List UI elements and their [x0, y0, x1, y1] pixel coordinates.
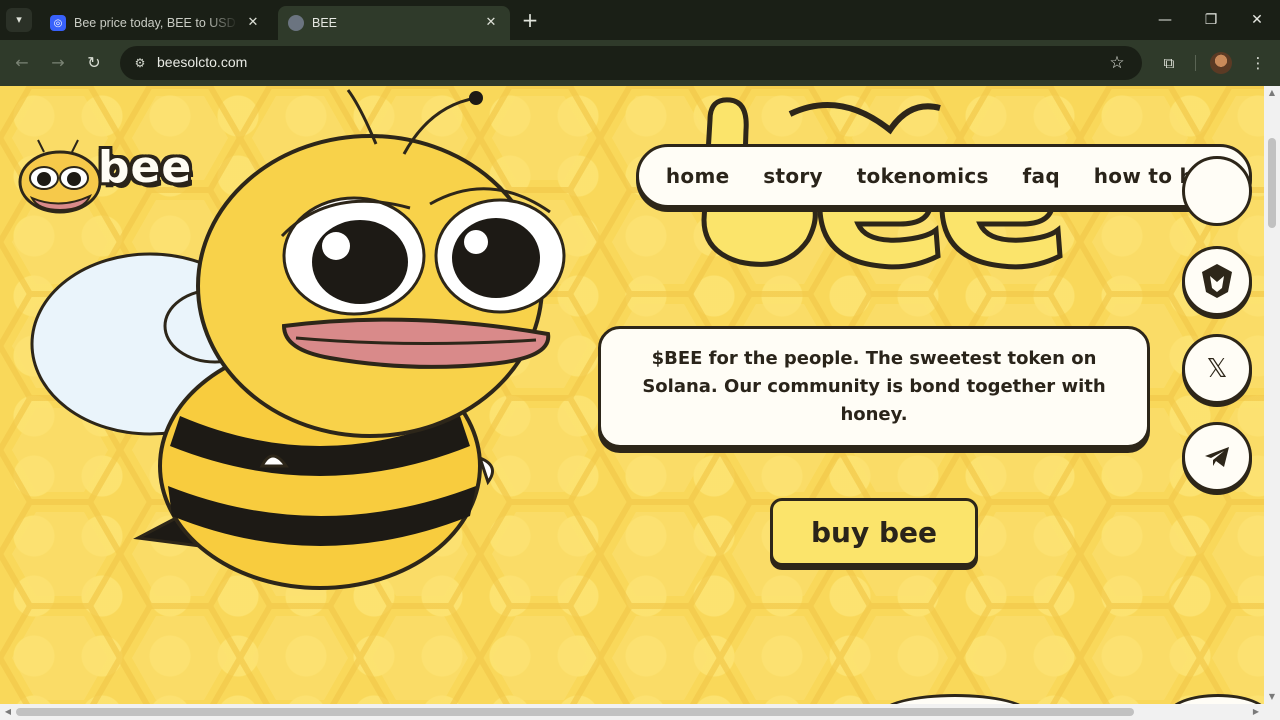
restore-button[interactable]: ❐	[1196, 8, 1226, 32]
nav-home[interactable]: home	[666, 164, 730, 188]
close-window-button[interactable]: ✕	[1242, 8, 1272, 32]
tab-title: Bee price today, BEE to USD live	[74, 16, 238, 30]
tab-strip: ▾ ◎ Bee price today, BEE to USD live ✕ B…	[0, 0, 1280, 40]
main-nav: home story tokenomics faq how to buy	[636, 144, 1252, 208]
dextools-link[interactable]	[1182, 246, 1252, 316]
scroll-up-icon[interactable]: ▲	[1264, 86, 1280, 100]
vertical-scrollbar[interactable]: ▲ ▼	[1264, 86, 1280, 704]
x-link[interactable]: 𝕏	[1182, 334, 1252, 404]
telegram-link[interactable]	[1182, 422, 1252, 492]
description-panel: $BEE for the people. The sweetest token …	[598, 326, 1150, 448]
minimize-button[interactable]: —	[1150, 8, 1180, 32]
avatar[interactable]	[1210, 52, 1232, 74]
social-partial-circle[interactable]	[1182, 156, 1252, 226]
tab-search-button[interactable]: ▾	[6, 8, 32, 32]
nav-story[interactable]: story	[763, 164, 823, 188]
horizontal-scrollbar[interactable]: ◀ ▶	[0, 704, 1280, 720]
scrollbar-thumb[interactable]	[1268, 138, 1276, 228]
scroll-right-icon[interactable]: ▶	[1248, 704, 1264, 720]
tab-title: BEE	[312, 16, 338, 30]
coinmarketcap-icon: ◎	[50, 15, 66, 31]
close-icon[interactable]: ✕	[482, 14, 500, 32]
buy-bee-button[interactable]: buy bee	[770, 498, 978, 566]
site-info-icon[interactable]: ⚙	[129, 52, 151, 74]
globe-icon	[288, 15, 304, 31]
telegram-icon	[1205, 447, 1229, 467]
new-tab-button[interactable]: +	[518, 10, 542, 32]
description-text: $BEE for the people. The sweetest token …	[642, 348, 1106, 425]
tab-coinmarketcap[interactable]: ◎ Bee price today, BEE to USD live ✕	[40, 6, 272, 40]
menu-kebab-icon[interactable]: ⋮	[1245, 50, 1271, 76]
address-bar[interactable]: ⚙ beesolcto.com ☆	[120, 46, 1142, 80]
browser-toolbar: ← → ↻ ⚙ beesolcto.com ☆ ⧉ ⋮	[0, 40, 1280, 86]
x-icon: 𝕏	[1206, 354, 1228, 384]
scroll-left-icon[interactable]: ◀	[0, 704, 16, 720]
nav-faq[interactable]: faq	[1023, 164, 1060, 188]
dextools-icon	[1202, 264, 1232, 298]
page-viewport: bee home story tokenomics faq how to buy…	[0, 86, 1264, 704]
back-button[interactable]: ←	[9, 50, 35, 76]
scrollbar-thumb[interactable]	[16, 708, 1134, 716]
toolbar-divider	[1195, 55, 1196, 71]
url-text[interactable]: beesolcto.com	[157, 54, 247, 70]
extensions-icon[interactable]: ⧉	[1156, 50, 1182, 76]
reload-button[interactable]: ↻	[81, 50, 107, 76]
bookmark-star-icon[interactable]: ☆	[1106, 52, 1128, 74]
close-icon[interactable]: ✕	[244, 14, 262, 32]
tab-bee[interactable]: BEE ✕	[278, 6, 510, 40]
forward-button[interactable]: →	[45, 50, 71, 76]
nav-tokenomics[interactable]: tokenomics	[857, 164, 989, 188]
scroll-down-icon[interactable]: ▼	[1264, 690, 1280, 704]
bee-mascot-illustration	[30, 89, 566, 590]
